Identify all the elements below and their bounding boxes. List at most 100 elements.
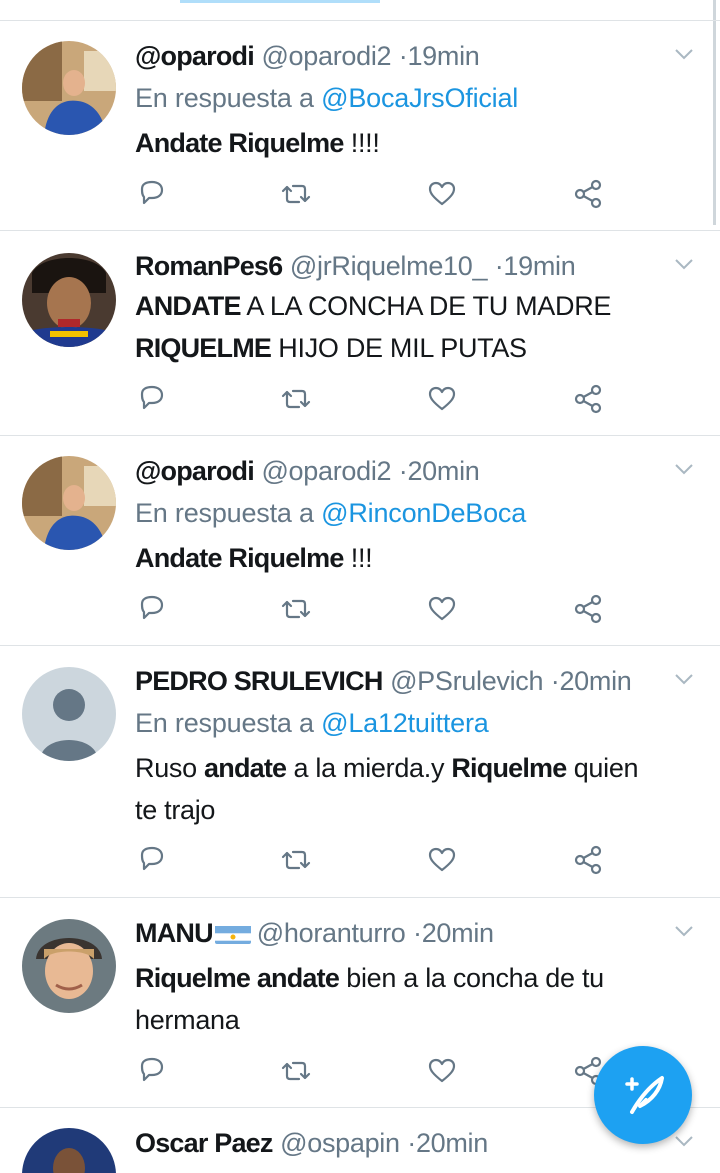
reply-context: En respuesta a @RinconDeBoca xyxy=(135,496,526,530)
text-run: a la mierda.y xyxy=(286,753,452,783)
timestamp[interactable]: 20min xyxy=(559,666,631,696)
reply-button[interactable] xyxy=(135,843,169,877)
like-button[interactable] xyxy=(425,382,459,416)
reply-button[interactable] xyxy=(135,177,169,211)
like-button[interactable] xyxy=(425,843,459,877)
like-button[interactable] xyxy=(425,1054,459,1088)
timestamp[interactable]: 20min xyxy=(422,918,494,948)
tweet[interactable]: RomanPes6 @jrRiquelme10_ ·19min ANDATE A… xyxy=(0,230,720,435)
retweet-button[interactable] xyxy=(279,592,313,626)
author-handle[interactable]: @PSrulevich xyxy=(390,666,543,696)
reply-prefix: En respuesta a xyxy=(135,83,314,113)
tweet[interactable]: PEDRO SRULEVICH @PSrulevich ·20min En re… xyxy=(0,645,720,897)
reply-context: En respuesta a @La12tuittera xyxy=(135,706,489,740)
tweet[interactable]: @oparodi @oparodi2 ·19min En respuesta a… xyxy=(0,20,720,230)
author-handle[interactable]: @oparodi2 xyxy=(261,456,391,486)
author-handle[interactable]: @oparodi2 xyxy=(261,41,391,71)
share-button[interactable] xyxy=(571,843,605,877)
text-run: HIJO DE MIL PUTAS xyxy=(271,333,527,363)
retweet-icon xyxy=(281,599,311,619)
tweet-text: Andate Riquelme !!! xyxy=(135,537,680,579)
reply-button[interactable] xyxy=(135,1054,169,1088)
compose-tweet-button[interactable] xyxy=(594,1046,692,1144)
reply-icon xyxy=(140,385,164,410)
share-button[interactable] xyxy=(571,177,605,211)
chevron-down-icon[interactable] xyxy=(674,462,694,476)
reply-prefix: En respuesta a xyxy=(135,498,314,528)
like-icon xyxy=(428,847,456,872)
tweet-actions xyxy=(135,1054,615,1090)
tweet-text: Ruso andate a la mierda.y Riquelme quien… xyxy=(135,747,660,831)
share-icon xyxy=(574,179,602,209)
tweet-header: Oscar Paez @ospapin ·20min xyxy=(135,1126,670,1160)
avatar[interactable] xyxy=(22,1128,116,1173)
tweet-text: Andate Riquelme !!!! xyxy=(135,122,680,164)
share-button[interactable] xyxy=(571,382,605,416)
tweet-header: PEDRO SRULEVICH @PSrulevich ·20min xyxy=(135,664,670,698)
tweet-text: ANDATE A LA CONCHA DE TU MADRE RIQUELME … xyxy=(135,285,680,369)
timestamp[interactable]: 19min xyxy=(503,251,575,281)
retweet-icon xyxy=(281,389,311,409)
retweet-button[interactable] xyxy=(279,843,313,877)
chevron-down-icon[interactable] xyxy=(674,924,694,938)
text-run: !!!! xyxy=(343,128,380,158)
tweet-header: @oparodi @oparodi2 ·20min xyxy=(135,454,670,488)
reply-mention[interactable]: @BocaJrsOficial xyxy=(321,83,518,113)
author-name[interactable]: Oscar Paez xyxy=(135,1128,273,1158)
tweet-actions xyxy=(135,177,615,213)
timestamp[interactable]: 20min xyxy=(407,456,479,486)
avatar[interactable] xyxy=(22,667,116,761)
avatar[interactable] xyxy=(22,41,116,135)
tweet-header: MANU @horanturro ·20min xyxy=(135,916,670,950)
reply-icon xyxy=(140,595,164,620)
tweet-text: Riquelme andate bien a la concha de tu h… xyxy=(135,957,620,1041)
like-icon xyxy=(428,1058,456,1083)
reply-mention[interactable]: @La12tuittera xyxy=(321,708,489,738)
tweet-header: @oparodi @oparodi2 ·19min xyxy=(135,39,670,73)
avatar[interactable] xyxy=(22,253,116,347)
reply-icon xyxy=(140,1057,164,1082)
text-run: Ruso xyxy=(135,753,205,783)
highlighted-term: ANDATE xyxy=(135,291,242,321)
avatar[interactable] xyxy=(22,456,116,550)
tweet-actions xyxy=(135,592,615,628)
text-run: A LA CONCHA DE TU MADRE xyxy=(240,291,612,321)
avatar[interactable] xyxy=(22,919,116,1013)
retweet-button[interactable] xyxy=(279,177,313,211)
chevron-down-icon[interactable] xyxy=(674,672,694,686)
author-handle[interactable]: @ospapin xyxy=(280,1128,400,1158)
reply-button[interactable] xyxy=(135,592,169,626)
author-name[interactable]: PEDRO SRULEVICH xyxy=(135,666,383,696)
like-button[interactable] xyxy=(425,592,459,626)
highlighted-term: Riquelme xyxy=(451,753,567,783)
reply-button[interactable] xyxy=(135,382,169,416)
author-name[interactable]: RomanPes6 xyxy=(135,251,283,281)
chevron-down-icon[interactable] xyxy=(674,47,694,61)
share-icon xyxy=(574,384,602,414)
retweet-icon xyxy=(281,184,311,204)
author-name[interactable]: MANU xyxy=(135,918,214,948)
share-button[interactable] xyxy=(571,592,605,626)
highlighted-term: andate xyxy=(204,753,287,783)
retweet-button[interactable] xyxy=(279,382,313,416)
like-button[interactable] xyxy=(425,177,459,211)
text-run: !!! xyxy=(343,543,373,573)
tab-indicator xyxy=(180,0,380,3)
author-handle[interactable]: @horanturro xyxy=(257,918,406,948)
author-handle[interactable]: @jrRiquelme10_ xyxy=(290,251,488,281)
separator: · xyxy=(413,918,422,948)
tweet[interactable]: @oparodi @oparodi2 ·20min En respuesta a… xyxy=(0,435,720,645)
author-name[interactable]: @oparodi xyxy=(135,41,255,71)
reply-context: En respuesta a @BocaJrsOficial xyxy=(135,81,518,115)
chevron-down-icon[interactable] xyxy=(674,257,694,271)
author-name[interactable]: @oparodi xyxy=(135,456,255,486)
retweet-button[interactable] xyxy=(279,1054,313,1088)
timestamp[interactable]: 20min xyxy=(416,1128,488,1158)
highlighted-term: Andate Riquelme xyxy=(135,543,344,573)
reply-mention[interactable]: @RinconDeBoca xyxy=(321,498,526,528)
reply-prefix: En respuesta a xyxy=(135,708,314,738)
timestamp[interactable]: 19min xyxy=(407,41,479,71)
retweet-icon xyxy=(281,1061,311,1081)
like-icon xyxy=(428,181,456,206)
retweet-icon xyxy=(281,850,311,870)
